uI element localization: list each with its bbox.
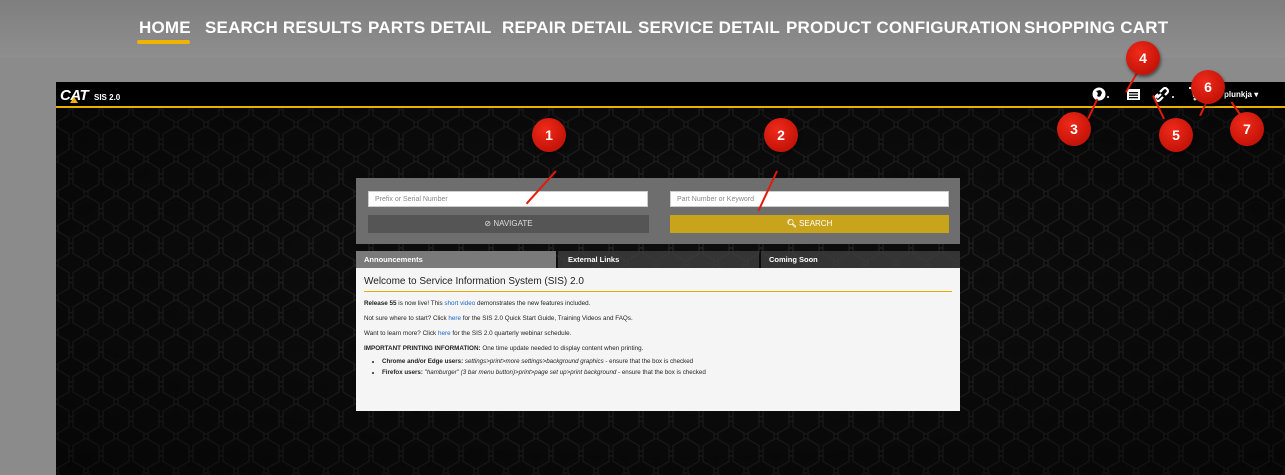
tab-external-links-label: External Links — [568, 255, 620, 264]
list-item: Chrome and/or Edge users: settings>print… — [382, 358, 952, 365]
announcement-line-3: Want to learn more? Click here for the S… — [364, 330, 952, 337]
callout-marker-7: 7 — [1230, 112, 1264, 146]
line2-text-a: Not sure where to start? Click — [364, 315, 449, 322]
line4-text: One time update needed to display conten… — [480, 345, 644, 352]
app-header-bar: CAT SIS 2.0 plunkja ▾ — [56, 82, 1285, 108]
nav-service-detail[interactable]: SERVICE DETAIL — [638, 18, 780, 38]
nav-home[interactable]: HOME — [139, 18, 191, 38]
nav-parts-detail[interactable]: PARTS DETAIL — [368, 18, 492, 38]
chrome-edge-label: Chrome and/or Edge users: — [382, 358, 464, 365]
announcement-line-1: Release 55 is now live! This short video… — [364, 300, 952, 307]
navigate-label: NAVIGATE — [493, 219, 533, 228]
chrome-edge-path: settings>print>more settings>background … — [463, 358, 604, 365]
line1-text-b: demonstrates the new features included. — [475, 300, 591, 307]
printing-info-label: IMPORTANT PRINTING INFORMATION: — [364, 345, 481, 352]
user-menu[interactable]: plunkja ▾ — [1224, 90, 1258, 99]
announcements-panel: Welcome to Service Information System (S… — [356, 268, 960, 411]
announcement-line-4: IMPORTANT PRINTING INFORMATION: One time… — [364, 345, 952, 352]
info-tabs: Announcements External Links Coming Soon — [356, 251, 960, 268]
nav-shopping-cart[interactable]: SHOPPING CART — [1024, 18, 1168, 38]
release-label: Release 55 — [364, 300, 397, 307]
callout-marker-4: 4 — [1126, 41, 1160, 75]
list-item: Firefox users: "hamburger" (3 bar menu b… — [382, 369, 952, 376]
callout-marker-1: 1 — [532, 118, 566, 152]
part-number-input[interactable]: Part Number or Keyword — [670, 191, 949, 207]
product-name: SIS 2.0 — [94, 93, 121, 102]
cat-logo[interactable]: CAT — [60, 87, 89, 104]
serial-number-placeholder: Prefix or Serial Number — [375, 196, 448, 203]
nav-product-configuration[interactable]: PRODUCT CONFIGURATION — [786, 18, 1021, 38]
firefox-label: Firefox users: — [382, 369, 423, 376]
active-nav-underline — [137, 40, 190, 44]
line3-text-a: Want to learn more? Click — [364, 330, 438, 337]
cat-logo-triangle — [70, 97, 78, 103]
line1-text-a: is now live! This — [396, 300, 445, 307]
webinar-link[interactable]: here — [438, 330, 451, 337]
navigate-button[interactable]: ⊘ NAVIGATE — [368, 215, 649, 233]
tab-external-links[interactable]: External Links — [558, 251, 759, 268]
chrome-edge-note: - ensure that the box is checked — [603, 358, 694, 365]
callout-marker-6: 6 — [1191, 70, 1225, 104]
tab-coming-soon[interactable]: Coming Soon — [761, 251, 960, 268]
callout-marker-2: 2 — [764, 118, 798, 152]
line2-text-b: for the SIS 2.0 Quick Start Guide, Train… — [460, 315, 633, 322]
search-button[interactable]: 🔍︎ SEARCH — [670, 215, 949, 233]
tab-coming-soon-label: Coming Soon — [769, 255, 818, 264]
printing-instructions-list: Chrome and/or Edge users: settings>print… — [382, 358, 952, 376]
nav-repair-detail[interactable]: REPAIR DETAIL — [502, 18, 632, 38]
announcements-title: Welcome to Service Information System (S… — [364, 276, 952, 292]
top-navigation: HOME SEARCH RESULTS PARTS DETAIL REPAIR … — [0, 0, 1285, 58]
search-icon: 🔍︎ — [786, 219, 797, 228]
part-number-placeholder: Part Number or Keyword — [677, 196, 755, 203]
firefox-path: "hamburger" (3 bar menu button)>print>pa… — [422, 369, 617, 376]
line3-text-b: for the SIS 2.0 quarterly webinar schedu… — [450, 330, 572, 337]
search-label: SEARCH — [799, 219, 833, 228]
serial-number-input[interactable]: Prefix or Serial Number — [368, 191, 648, 207]
callout-marker-3: 3 — [1057, 112, 1091, 146]
announcement-line-2: Not sure where to start? Click here for … — [364, 315, 952, 322]
callout-marker-5: 5 — [1159, 118, 1193, 152]
quick-start-link[interactable]: here — [448, 315, 461, 322]
tab-announcements[interactable]: Announcements — [356, 251, 556, 268]
firefox-note: - ensure that the box is checked — [616, 369, 706, 376]
nav-search-results[interactable]: SEARCH RESULTS — [205, 18, 362, 38]
user-name: plunkja — [1224, 90, 1253, 99]
short-video-link[interactable]: short video — [444, 300, 475, 307]
search-panel: Prefix or Serial Number Part Number or K… — [356, 178, 960, 244]
compass-icon: ⊘ — [484, 219, 492, 228]
